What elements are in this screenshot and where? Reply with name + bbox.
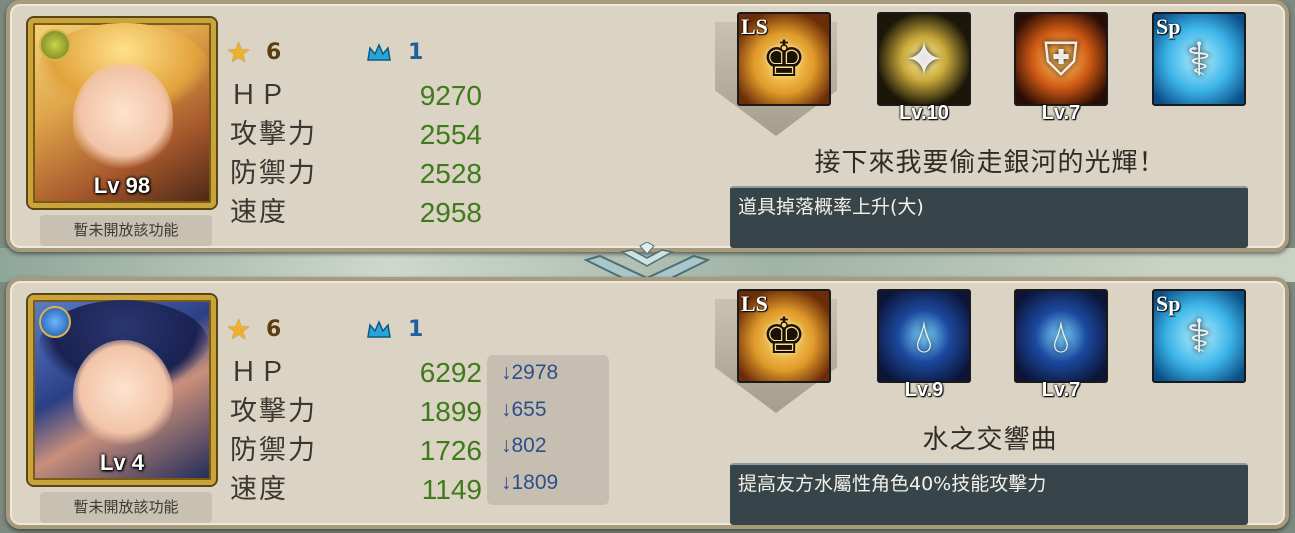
skill-button-1[interactable]: 💧︎ — [877, 289, 971, 383]
portrait-face — [73, 340, 173, 450]
stat-row-defense: 防禦力 2528 — [230, 154, 490, 193]
stat-label: 攻擊力 — [230, 119, 317, 150]
rarity-row: ★ 6 1 — [226, 313, 486, 347]
star-icon: ★ — [226, 313, 252, 346]
leader-skill-button[interactable]: ♚ LS — [737, 12, 831, 106]
light-element-icon — [39, 29, 71, 61]
stat-row-speed: 速度 2958 — [230, 193, 490, 232]
stat-row-attack: 攻擊力 1899 — [230, 392, 490, 431]
stat-row-speed: 速度 1149 — [230, 470, 490, 509]
leader-skill-name: 接下來我要偷走銀河的光輝！ — [814, 148, 1166, 178]
skill-level-1: Lv.10 — [899, 102, 949, 124]
crown-icon — [367, 320, 391, 338]
portrait-face — [73, 63, 173, 173]
stat-value: 1726 — [419, 435, 482, 466]
skill-button-1[interactable]: ✦ — [877, 12, 971, 106]
stat-row-hp: ＨＰ 6292 — [230, 353, 490, 392]
crown-count: 1 — [408, 40, 424, 65]
stat-value: 1899 — [419, 396, 482, 427]
stat-label: ＨＰ — [230, 80, 288, 111]
leader-skill-tag: LS — [741, 291, 768, 316]
skill-button-2[interactable]: ⛨ — [1014, 12, 1108, 106]
character-portrait[interactable]: Lv 98 — [28, 18, 216, 208]
skill-level-1: Lv.9 — [904, 379, 944, 401]
stat-label: ＨＰ — [230, 357, 288, 388]
unit-card-bottom: Lv 4 暫未開放該功能 ★ 6 1 ＨＰ 6292 攻擊力 1899 防禦力 … — [6, 277, 1289, 529]
leader-skill-button[interactable]: ♚ LS — [737, 289, 831, 383]
stat-label: 速度 — [230, 197, 288, 228]
level-label: Lv 4 — [99, 450, 145, 475]
water-element-icon — [39, 306, 71, 338]
stat-value: 2528 — [419, 158, 482, 189]
crown-count: 1 — [408, 317, 424, 342]
stats-list: ＨＰ 6292 攻擊力 1899 防禦力 1726 速度 1149 — [230, 353, 490, 509]
not-open-button[interactable]: 暫未開放該功能 — [40, 214, 212, 246]
stat-difference-box: ↓2978 ↓655 ↓802 ↓1809 — [487, 355, 609, 505]
skill-description: 道具掉落概率上升(大) — [738, 196, 924, 218]
skill-level-2: Lv.7 — [1041, 379, 1081, 401]
special-skill-button[interactable]: ⚕ Sp — [1152, 12, 1246, 106]
special-skill-tag: Sp — [1156, 291, 1181, 316]
stat-diff-defense: ↓802 — [501, 434, 547, 457]
stat-label: 防禦力 — [230, 158, 317, 189]
skill-level-2: Lv.7 — [1041, 102, 1081, 124]
stat-value: 2554 — [419, 119, 482, 150]
crown-icon — [367, 43, 391, 61]
stat-value: 2958 — [419, 197, 482, 228]
leader-skill-name: 水之交響曲 — [922, 425, 1058, 455]
star-count: 6 — [266, 317, 282, 342]
stat-diff-speed: ↓1809 — [501, 470, 559, 494]
special-skill-tag: Sp — [1156, 14, 1181, 39]
water-drop-icon: 💧︎ — [914, 309, 934, 363]
skill-description: 提高友方水屬性角色40%技能攻擊力 — [738, 473, 1047, 495]
stat-value: 6292 — [419, 357, 482, 388]
stat-row-attack: 攻擊力 2554 — [230, 115, 490, 154]
skill-description-box: 道具掉落概率上升(大) — [730, 186, 1248, 248]
stat-value: 9270 — [419, 80, 482, 111]
unit-card-top: Lv 98 暫未開放該功能 ★ 6 1 ＨＰ 9270 攻擊力 2554 防禦力… — [6, 0, 1289, 252]
character-portrait[interactable]: Lv 4 — [28, 295, 216, 485]
stat-value: 1149 — [421, 474, 482, 505]
level-label: Lv 98 — [93, 173, 151, 198]
not-open-button[interactable]: 暫未開放該功能 — [40, 491, 212, 523]
skill-button-2[interactable]: 💧︎ — [1014, 289, 1108, 383]
cross-star-icon: ✦ — [904, 32, 944, 86]
stats-list: ＨＰ 9270 攻擊力 2554 防禦力 2528 速度 2958 — [230, 76, 490, 232]
stat-label: 速度 — [230, 474, 288, 505]
stat-row-hp: ＨＰ 9270 — [230, 76, 490, 115]
special-skill-button[interactable]: ⚕ Sp — [1152, 289, 1246, 383]
water-drop-heart-icon: 💧︎ — [1051, 309, 1071, 363]
stat-label: 攻擊力 — [230, 396, 317, 427]
leader-skill-tag: LS — [741, 14, 768, 39]
skill-description-box: 提高友方水屬性角色40%技能攻擊力 — [730, 463, 1248, 525]
star-count: 6 — [266, 40, 282, 65]
stat-diff-attack: ↓655 — [501, 397, 547, 421]
stat-row-defense: 防禦力 1726 — [230, 431, 490, 470]
shield-icon: ⛨ — [1043, 32, 1079, 86]
stat-diff-hp: ↓2978 — [501, 361, 559, 384]
star-icon: ★ — [226, 36, 252, 69]
stat-label: 防禦力 — [230, 435, 317, 466]
rarity-row: ★ 6 1 — [226, 36, 486, 70]
